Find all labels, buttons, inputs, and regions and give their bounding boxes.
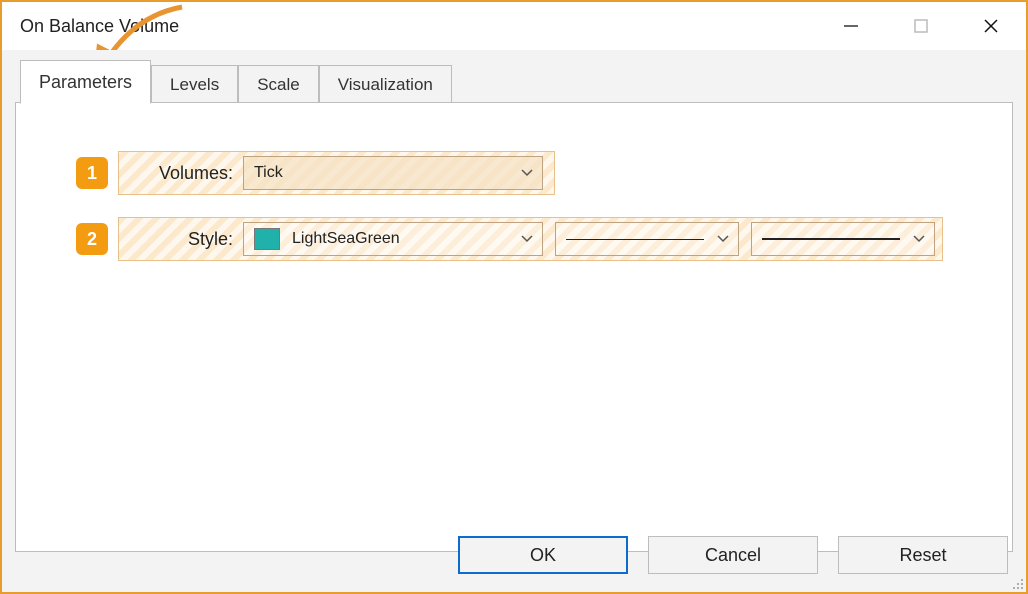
volumes-value: Tick — [254, 164, 283, 182]
style-label: Style: — [119, 229, 239, 250]
chevron-down-icon — [716, 232, 730, 246]
dialog-window: On Balance Volume ParametersLevelsScaleV… — [0, 0, 1028, 594]
cancel-button[interactable]: Cancel — [648, 536, 818, 574]
param-row-volumes: 1 Volumes: Tick — [76, 151, 976, 195]
client-area: ParametersLevelsScaleVisualization 1 Vol… — [2, 50, 1026, 592]
chevron-down-icon — [520, 166, 534, 180]
highlight-style: Style: LightSeaGreen — [118, 217, 943, 261]
style-color-select[interactable]: LightSeaGreen — [243, 222, 543, 256]
volumes-select[interactable]: Tick — [243, 156, 543, 190]
volumes-label: Volumes: — [119, 163, 239, 184]
titlebar: On Balance Volume — [2, 2, 1026, 50]
color-swatch — [254, 228, 280, 250]
line-width-preview — [762, 238, 900, 240]
tab-visualization[interactable]: Visualization — [319, 65, 452, 103]
ok-button[interactable]: OK — [458, 536, 628, 574]
tab-scale[interactable]: Scale — [238, 65, 319, 103]
window-title: On Balance Volume — [20, 16, 179, 37]
tab-parameters[interactable]: Parameters — [20, 60, 151, 104]
highlight-volumes: Volumes: Tick — [118, 151, 555, 195]
style-linewidth-select[interactable] — [751, 222, 935, 256]
close-icon — [982, 17, 1000, 35]
dialog-buttons: OK Cancel Reset — [458, 536, 1008, 574]
tab-levels[interactable]: Levels — [151, 65, 238, 103]
window-controls — [816, 2, 1026, 50]
style-color-name: LightSeaGreen — [292, 230, 400, 248]
minimize-icon — [842, 17, 860, 35]
annotation-badge-2: 2 — [76, 223, 108, 255]
maximize-icon — [914, 19, 928, 33]
maximize-button[interactable] — [886, 2, 956, 50]
style-linestyle-select[interactable] — [555, 222, 739, 256]
annotation-badge-1: 1 — [76, 157, 108, 189]
minimize-button[interactable] — [816, 2, 886, 50]
reset-button[interactable]: Reset — [838, 536, 1008, 574]
chevron-down-icon — [520, 232, 534, 246]
resize-grip[interactable] — [1010, 576, 1024, 590]
line-style-preview — [566, 239, 704, 240]
param-row-style: 2 Style: LightSeaGreen — [76, 217, 976, 261]
tab-strip: ParametersLevelsScaleVisualization — [20, 60, 1013, 102]
close-button[interactable] — [956, 2, 1026, 50]
chevron-down-icon — [912, 232, 926, 246]
parameters-panel: 1 Volumes: Tick 2 Style: LightSeaGreen — [15, 102, 1013, 552]
